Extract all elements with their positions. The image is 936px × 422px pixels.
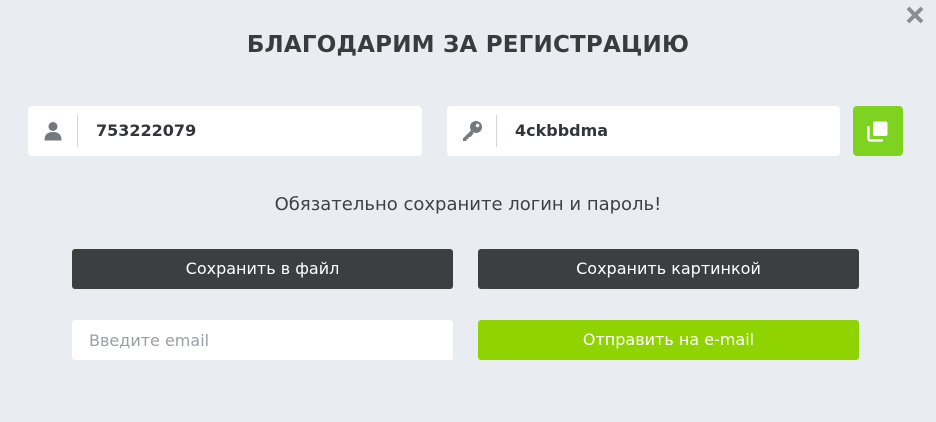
dialog-title: БЛАГОДАРИМ ЗА РЕГИСТРАЦИЮ: [246, 32, 690, 58]
email-input[interactable]: [72, 320, 453, 360]
user-icon: [28, 106, 78, 156]
send-email-button[interactable]: Отправить на e-mail: [478, 320, 859, 360]
copy-button[interactable]: [853, 106, 903, 156]
registration-dialog: БЛАГОДАРИМ ЗА РЕГИСТРАЦИЮ Обяз: [0, 0, 936, 422]
save-to-file-button[interactable]: Сохранить в файл: [72, 249, 453, 289]
field-separator: [496, 115, 497, 147]
save-as-image-button[interactable]: Сохранить картинкой: [478, 249, 859, 289]
password-field: [447, 106, 840, 156]
field-separator: [77, 115, 78, 147]
save-credentials-notice: Обязательно сохраните логин и пароль!: [274, 194, 662, 215]
password-value[interactable]: [515, 106, 815, 156]
key-icon: [447, 106, 497, 156]
close-icon[interactable]: [904, 4, 926, 26]
login-value[interactable]: [96, 106, 396, 156]
login-field: [28, 106, 422, 156]
copy-icon: [867, 121, 888, 142]
